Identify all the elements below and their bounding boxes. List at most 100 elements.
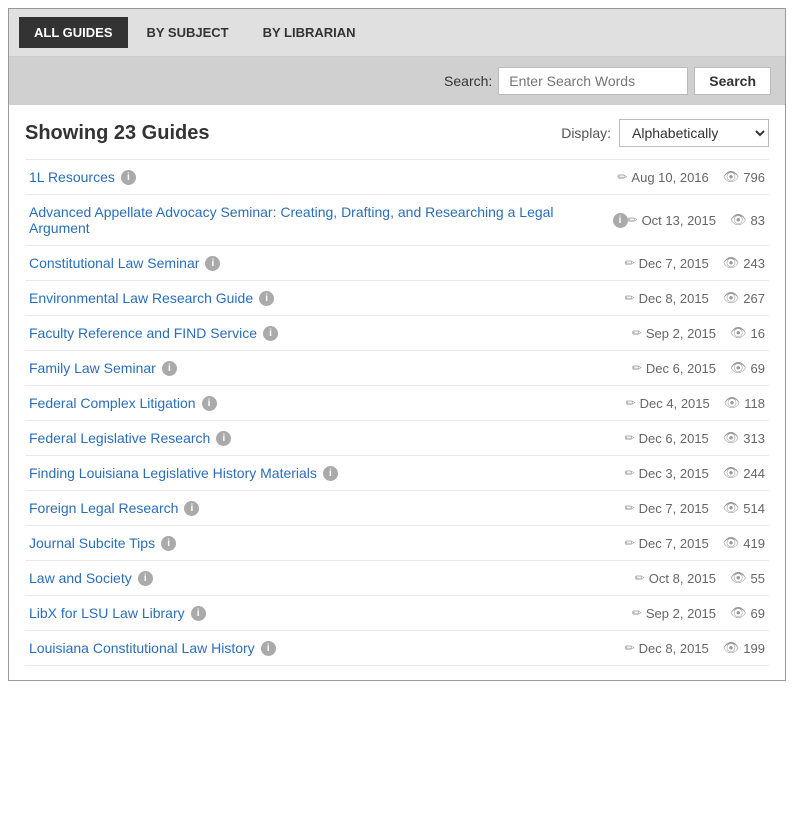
guide-date: ✏ Dec 4, 2015	[626, 396, 710, 411]
guide-date: ✏ Dec 8, 2015	[625, 641, 709, 656]
guide-views: 👁 796	[723, 169, 765, 185]
guide-left: 1L Resources i	[29, 169, 136, 185]
info-icon[interactable]: i	[263, 326, 278, 341]
guide-date: ✏ Dec 7, 2015	[625, 536, 709, 551]
guide-link[interactable]: Family Law Seminar	[29, 360, 156, 376]
guide-date: ✏ Oct 13, 2015	[628, 213, 717, 228]
info-icon[interactable]: i	[261, 641, 276, 656]
guide-left: Federal Complex Litigation i	[29, 395, 217, 411]
search-bar: Search: Search	[9, 57, 785, 105]
eye-icon: 👁	[723, 640, 740, 656]
info-icon[interactable]: i	[184, 501, 199, 516]
eye-icon: 👁	[730, 605, 747, 621]
tab-all-guides[interactable]: ALL GUIDES	[19, 17, 128, 48]
eye-icon: 👁	[730, 325, 747, 341]
info-icon[interactable]: i	[202, 396, 217, 411]
guide-views: 👁 313	[723, 430, 765, 446]
guide-views: 👁 514	[723, 500, 765, 516]
guide-link[interactable]: Federal Complex Litigation	[29, 395, 196, 411]
guide-link[interactable]: Constitutional Law Seminar	[29, 255, 199, 271]
guide-link[interactable]: Louisiana Constitutional Law History	[29, 640, 255, 656]
guide-left: Finding Louisiana Legislative History Ma…	[29, 465, 338, 481]
guide-left: Faculty Reference and FIND Service i	[29, 325, 278, 341]
display-control: Display: Alphabetically By Subject By Li…	[561, 119, 769, 147]
list-item: Environmental Law Research Guide i ✏ Dec…	[25, 281, 769, 316]
info-icon[interactable]: i	[613, 213, 628, 228]
display-select[interactable]: Alphabetically By Subject By Librarian R…	[619, 119, 769, 147]
guide-views: 👁 69	[730, 360, 765, 376]
guide-link[interactable]: Foreign Legal Research	[29, 500, 178, 516]
guide-left: LibX for LSU Law Library i	[29, 605, 206, 621]
edit-icon: ✏	[628, 213, 638, 227]
guide-right: ✏ Dec 7, 2015 👁 419	[625, 535, 765, 551]
guide-right: ✏ Dec 6, 2015 👁 313	[625, 430, 765, 446]
edit-icon: ✏	[625, 536, 635, 550]
edit-icon: ✏	[617, 170, 627, 184]
edit-icon: ✏	[625, 256, 635, 270]
guide-left: Journal Subcite Tips i	[29, 535, 176, 551]
eye-icon: 👁	[730, 570, 747, 586]
guide-views: 👁 267	[723, 290, 765, 306]
list-item: Law and Society i ✏ Oct 8, 2015 👁 55	[25, 561, 769, 596]
guide-right: ✏ Dec 8, 2015 👁 199	[625, 640, 765, 656]
list-item: Journal Subcite Tips i ✏ Dec 7, 2015 👁 4…	[25, 526, 769, 561]
guide-date: ✏ Dec 7, 2015	[625, 501, 709, 516]
eye-icon: 👁	[723, 535, 740, 551]
guides-header: Showing 23 Guides Display: Alphabeticall…	[25, 119, 769, 147]
list-item: Foreign Legal Research i ✏ Dec 7, 2015 👁…	[25, 491, 769, 526]
info-icon[interactable]: i	[323, 466, 338, 481]
edit-icon: ✏	[625, 641, 635, 655]
info-icon[interactable]: i	[216, 431, 231, 446]
list-item: Federal Legislative Research i ✏ Dec 6, …	[25, 421, 769, 456]
tab-by-librarian[interactable]: BY LIBRARIAN	[248, 17, 371, 48]
guide-right: ✏ Dec 7, 2015 👁 243	[625, 255, 765, 271]
edit-icon: ✏	[632, 361, 642, 375]
guide-link[interactable]: Law and Society	[29, 570, 132, 586]
guide-link[interactable]: LibX for LSU Law Library	[29, 605, 185, 621]
guide-left: Constitutional Law Seminar i	[29, 255, 220, 271]
display-label: Display:	[561, 125, 611, 141]
guide-link[interactable]: Journal Subcite Tips	[29, 535, 155, 551]
info-icon[interactable]: i	[191, 606, 206, 621]
guide-views: 👁 199	[723, 640, 765, 656]
guide-views: 👁 243	[723, 255, 765, 271]
tab-bar: ALL GUIDES BY SUBJECT BY LIBRARIAN	[9, 9, 785, 57]
list-item: Constitutional Law Seminar i ✏ Dec 7, 20…	[25, 246, 769, 281]
guide-link[interactable]: 1L Resources	[29, 169, 115, 185]
guide-right: ✏ Oct 8, 2015 👁 55	[635, 570, 765, 586]
eye-icon: 👁	[723, 500, 740, 516]
guide-link[interactable]: Federal Legislative Research	[29, 430, 210, 446]
guide-views: 👁 419	[723, 535, 765, 551]
guide-left: Law and Society i	[29, 570, 153, 586]
guide-date: ✏ Sep 2, 2015	[632, 606, 716, 621]
edit-icon: ✏	[632, 326, 642, 340]
edit-icon: ✏	[625, 466, 635, 480]
guide-date: ✏ Dec 7, 2015	[625, 256, 709, 271]
list-item: Federal Complex Litigation i ✏ Dec 4, 20…	[25, 386, 769, 421]
guide-right: ✏ Sep 2, 2015 👁 16	[632, 325, 765, 341]
info-icon[interactable]: i	[259, 291, 274, 306]
guide-left: Louisiana Constitutional Law History i	[29, 640, 276, 656]
guide-link[interactable]: Faculty Reference and FIND Service	[29, 325, 257, 341]
guide-date: ✏ Sep 2, 2015	[632, 326, 716, 341]
info-icon[interactable]: i	[121, 170, 136, 185]
guide-left: Federal Legislative Research i	[29, 430, 231, 446]
guide-link[interactable]: Environmental Law Research Guide	[29, 290, 253, 306]
eye-icon: 👁	[723, 290, 740, 306]
search-input[interactable]	[498, 67, 688, 95]
info-icon[interactable]: i	[138, 571, 153, 586]
info-icon[interactable]: i	[205, 256, 220, 271]
main-container: ALL GUIDES BY SUBJECT BY LIBRARIAN Searc…	[8, 8, 786, 681]
list-item: Family Law Seminar i ✏ Dec 6, 2015 👁 69	[25, 351, 769, 386]
guide-left: Foreign Legal Research i	[29, 500, 199, 516]
guide-link[interactable]: Finding Louisiana Legislative History Ma…	[29, 465, 317, 481]
info-icon[interactable]: i	[161, 536, 176, 551]
list-item: Faculty Reference and FIND Service i ✏ S…	[25, 316, 769, 351]
tab-by-subject[interactable]: BY SUBJECT	[132, 17, 244, 48]
search-button[interactable]: Search	[694, 67, 771, 95]
info-icon[interactable]: i	[162, 361, 177, 376]
guide-date: ✏ Oct 8, 2015	[635, 571, 716, 586]
guide-left: Environmental Law Research Guide i	[29, 290, 274, 306]
guide-right: ✏ Dec 7, 2015 👁 514	[625, 500, 765, 516]
guide-link[interactable]: Advanced Appellate Advocacy Seminar: Cre…	[29, 204, 607, 236]
